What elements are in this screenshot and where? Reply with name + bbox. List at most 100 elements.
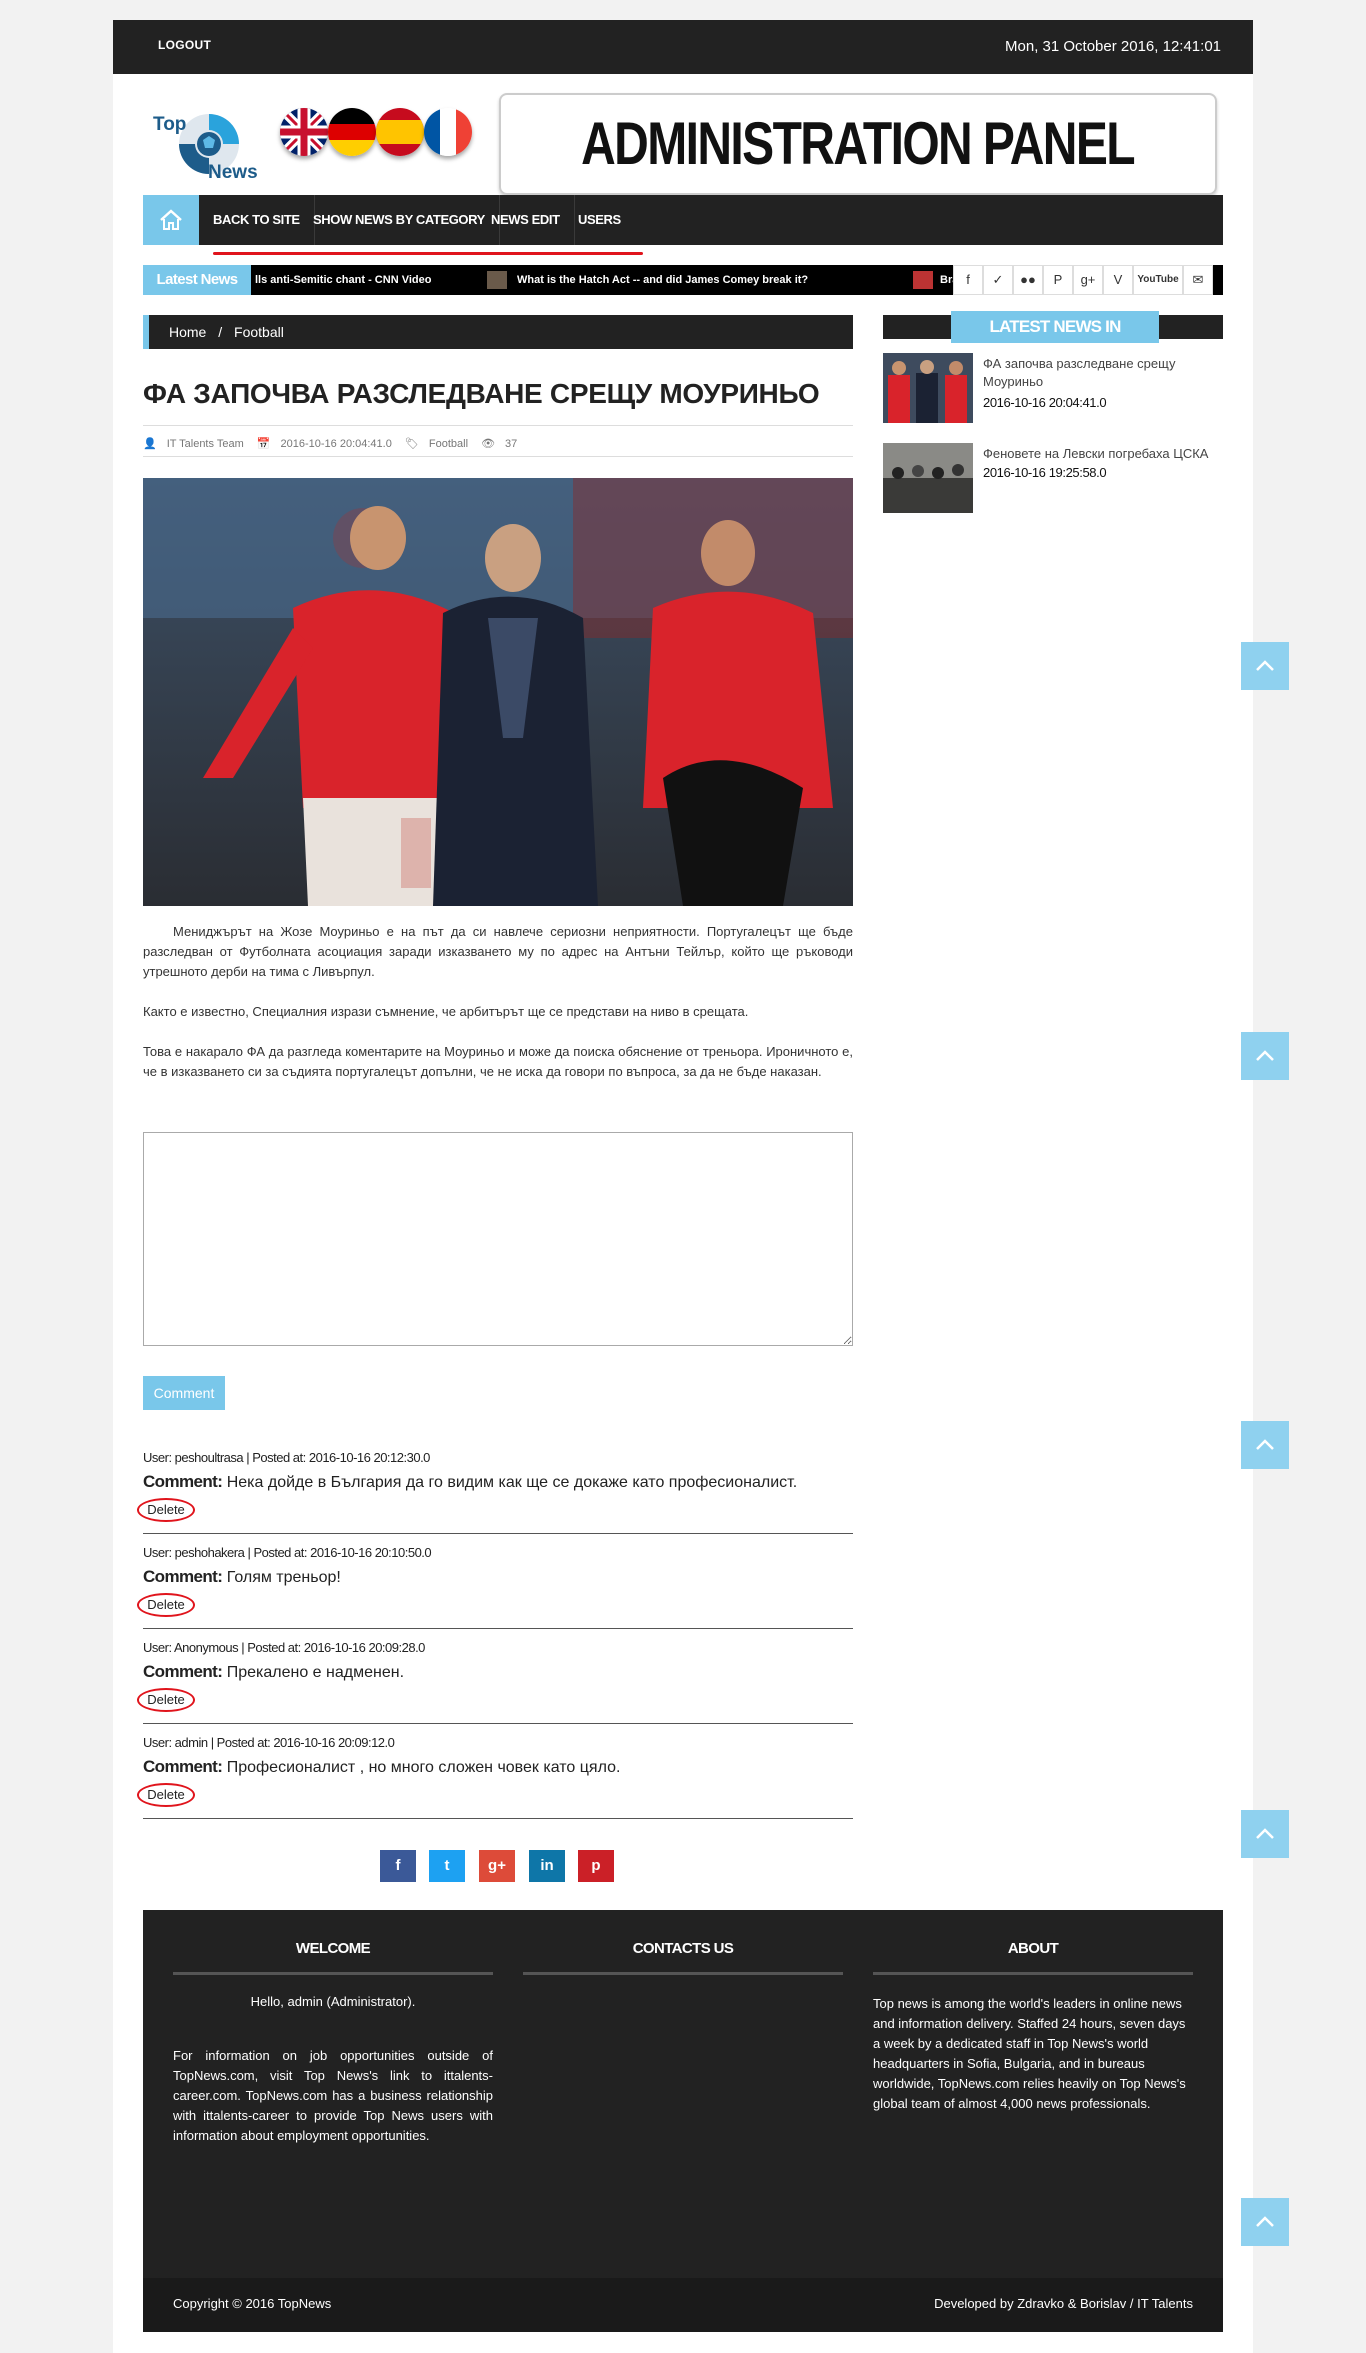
comment-meta: User: peshohakera | Posted at: 2016-10-1…: [143, 1545, 432, 1560]
article-image: [143, 478, 853, 906]
uk-flag-icon[interactable]: [280, 108, 328, 156]
divider: [523, 1972, 843, 1975]
share-twitter-icon[interactable]: t: [429, 1850, 465, 1882]
share-linkedin-icon[interactable]: in: [529, 1850, 565, 1882]
calendar-icon: 📅: [256, 438, 271, 450]
comment-item: User: admin | Posted at: 2016-10-16 20:0…: [137, 1735, 853, 1819]
breadcrumb-home[interactable]: Home: [169, 324, 206, 340]
share-pinterest-icon[interactable]: p: [578, 1850, 614, 1882]
article-category[interactable]: Football: [429, 438, 468, 450]
sidebar-news-item[interactable]: Феновете на Левски погребаха ЦСКА 2016-1…: [883, 443, 1223, 515]
delete-comment-button[interactable]: Delete: [137, 1498, 195, 1522]
scroll-to-top-button[interactable]: [1241, 1032, 1289, 1080]
article-body: Мениджърът на Жозе Моуриньо е на път да …: [143, 922, 853, 1102]
article-meta: 👤 IT Talents Team 📅 2016-10-16 20:04:41.0 …: [143, 437, 527, 450]
germany-flag-icon[interactable]: [328, 108, 376, 156]
ticker-thumbnail: [913, 271, 933, 289]
sidebar-heading-bar: LATEST NEWS IN FOOTBALL: [883, 311, 1223, 368]
admin-panel-banner: ADMINISTRATION PANEL: [499, 93, 1217, 195]
youtube-icon[interactable]: YouTube: [1133, 265, 1183, 295]
chevron-up-icon: [1256, 1439, 1274, 1450]
share-facebook-icon[interactable]: f: [380, 1850, 416, 1882]
news-thumbnail[interactable]: [883, 443, 973, 513]
about-text: Top news is among the world's leaders in…: [873, 1996, 1186, 2111]
divider: [873, 1972, 1193, 1975]
sidebar-heading: LATEST NEWS IN FOOTBALL: [951, 311, 1159, 368]
scroll-to-top-button[interactable]: [1241, 2198, 1289, 2246]
welcome-text: For information on job opportunities out…: [173, 2048, 493, 2143]
facebook-icon[interactable]: f: [953, 265, 983, 295]
nav-back-to-site[interactable]: BACK TO SITE: [199, 195, 315, 245]
scroll-to-top-button[interactable]: [1241, 1810, 1289, 1858]
eye-icon: 👁: [481, 438, 496, 450]
breadcrumb-separator: /: [218, 324, 223, 340]
article-paragraph: Както е известно, Специалния изрази съмн…: [143, 1004, 749, 1019]
page: LOGOUT Mon, 31 October 2016, 12:41:01 To…: [113, 20, 1253, 2353]
comment-label: Comment:: [143, 1472, 223, 1491]
comment-item: User: Anonymous | Posted at: 2016-10-16 …: [137, 1640, 853, 1724]
developer-credit: Developed by Zdravko & Borislav / IT Tal…: [934, 2296, 1193, 2311]
ticker-item[interactable]: What is the Hatch Act -- and did James C…: [517, 265, 808, 295]
comment-meta: User: Anonymous | Posted at: 2016-10-16 …: [143, 1640, 425, 1655]
article-views: 37: [505, 438, 518, 450]
ticker-item[interactable]: lls anti-Semitic chant - CNN Video: [255, 265, 431, 295]
footer-bottom-bar: Copyright © 2016 TopNews Developed by Zd…: [143, 2278, 1223, 2332]
comment-meta: User: admin | Posted at: 2016-10-16 20:0…: [143, 1735, 395, 1750]
delete-comment-button[interactable]: Delete: [137, 1593, 195, 1617]
article-title: ФА ЗАПОЧВА РАЗСЛЕДВАНЕ СРЕЩУ МОУРИНЬО: [143, 378, 820, 409]
admin-panel-title: ADMINISTRATION PANEL: [581, 110, 1136, 177]
email-icon[interactable]: ✉: [1183, 265, 1213, 295]
nav-highlight-underline: [213, 252, 643, 255]
google-plus-icon[interactable]: g+: [1073, 265, 1103, 295]
article-author: IT Talents Team: [166, 438, 244, 450]
sidebar-news-title[interactable]: ФА започва разследване срещу Моуриньо: [983, 355, 1223, 391]
flickr-icon[interactable]: ●●: [1013, 265, 1043, 295]
chevron-up-icon: [1256, 660, 1274, 671]
nav-users[interactable]: USERS: [564, 195, 635, 245]
welcome-greeting: Hello, admin (Administrator).: [250, 1994, 416, 2009]
twitter-icon[interactable]: ✓: [983, 265, 1013, 295]
breadcrumb-current: Football: [234, 324, 284, 340]
article-paragraph: Това е накарало ФА да разгледа коментари…: [143, 1044, 853, 1079]
top-bar: LOGOUT Mon, 31 October 2016, 12:41:01: [113, 20, 1253, 74]
vimeo-icon[interactable]: V: [1103, 265, 1133, 295]
comment-item: User: peshohakera | Posted at: 2016-10-1…: [137, 1545, 853, 1629]
ticker-label: Latest News: [143, 265, 251, 295]
comment-meta: User: peshoultrasa | Posted at: 2016-10-…: [143, 1450, 430, 1465]
sidebar-news-item[interactable]: ФА започва разследване срещу Моуриньо 20…: [883, 353, 1223, 425]
comment-text: Голям треньор!: [226, 1569, 341, 1586]
france-flag-icon[interactable]: [424, 108, 472, 156]
news-thumbnail[interactable]: [883, 353, 973, 423]
logo-text-top: Top: [153, 114, 187, 135]
article-paragraph: Мениджърът на Жозе Моуриньо е на път да …: [143, 924, 853, 979]
comment-label: Comment:: [143, 1567, 223, 1586]
comment-submit-button[interactable]: Comment: [143, 1376, 225, 1410]
nav-show-news-by-category[interactable]: SHOW NEWS BY CATEGORY: [299, 195, 500, 245]
pinterest-icon[interactable]: P: [1043, 265, 1073, 295]
comment-text: Професионалист , но много сложен човек к…: [226, 1759, 621, 1776]
scroll-to-top-button[interactable]: [1241, 642, 1289, 690]
main-nav: BACK TO SITE SHOW NEWS BY CATEGORY NEWS …: [143, 195, 1223, 245]
chevron-up-icon: [1256, 1050, 1274, 1061]
chevron-up-icon: [1256, 2216, 1274, 2227]
home-icon: [160, 209, 182, 230]
chevron-up-icon: [1256, 1828, 1274, 1839]
spain-flag-icon[interactable]: [376, 108, 424, 156]
divider: [143, 425, 853, 426]
sidebar-news-title[interactable]: Феновете на Левски погребаха ЦСКА: [983, 445, 1223, 463]
comment-input[interactable]: [143, 1132, 853, 1346]
scroll-to-top-button[interactable]: [1241, 1421, 1289, 1469]
home-button[interactable]: [143, 195, 199, 245]
footer-heading: WELCOME: [295, 1940, 371, 1957]
delete-comment-button[interactable]: Delete: [137, 1688, 195, 1712]
logout-link[interactable]: LOGOUT: [158, 38, 211, 52]
site-logo[interactable]: Top News: [153, 92, 273, 196]
current-datetime: Mon, 31 October 2016, 12:41:01: [1005, 38, 1221, 55]
delete-comment-button[interactable]: Delete: [137, 1783, 195, 1807]
copyright: Copyright © 2016 TopNews: [173, 2296, 332, 2311]
logo-text-news: News: [208, 162, 258, 183]
article-date: 2016-10-16 20:04:41.0: [280, 438, 392, 450]
share-google-plus-icon[interactable]: g+: [479, 1850, 515, 1882]
nav-news-edit[interactable]: NEWS EDIT: [477, 195, 575, 245]
footer-heading: CONTACTS US: [632, 1940, 734, 1957]
